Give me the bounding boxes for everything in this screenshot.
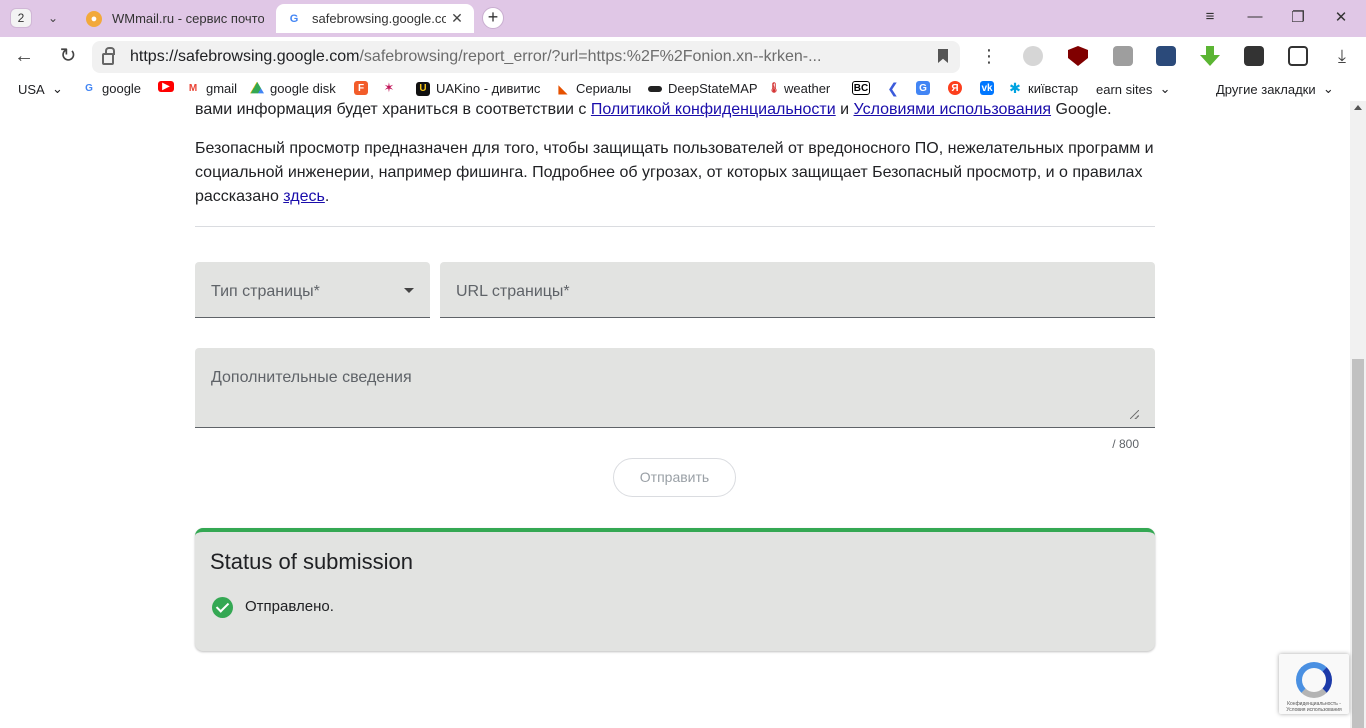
yandex-icon: Я xyxy=(948,81,962,95)
reload-icon[interactable]: ↻ xyxy=(56,45,80,69)
lock-icon[interactable] xyxy=(102,47,115,65)
more-options-icon[interactable]: ⋮ xyxy=(980,46,998,67)
bookmark-weather[interactable]: 🌡 weather xyxy=(767,81,831,96)
check-circle-icon xyxy=(212,596,233,618)
bc-icon: BC xyxy=(852,81,870,95)
bookmark-uakino[interactable]: U UAKino - дивитис xyxy=(416,81,540,96)
submit-button[interactable]: Отправить xyxy=(613,458,736,497)
bookmark-google[interactable]: Ggoogle xyxy=(82,81,141,96)
url-host: https://safebrowsing.google.com xyxy=(130,48,360,65)
browser-toolbar: ← ↻ https://safebrowsing.google.com/safe… xyxy=(0,37,1366,77)
bookmark-folder-other[interactable]: Другие закладки ⌄ xyxy=(1216,81,1334,97)
bookmark-yandex[interactable]: Я xyxy=(948,81,968,95)
google-favicon-icon: G xyxy=(289,12,299,25)
briefcase-extension-icon[interactable] xyxy=(1113,46,1133,66)
translate-icon: G xyxy=(916,81,930,95)
status-title: Status of submission xyxy=(210,549,413,574)
f-icon: F xyxy=(354,81,368,95)
browser-menu-icon[interactable]: ≡ xyxy=(1195,8,1225,25)
deepstate-icon xyxy=(648,85,662,92)
details-label: Дополнительные сведения xyxy=(211,369,412,386)
submission-status-card: Status of submission Отправлено. xyxy=(195,528,1155,651)
safebrowsing-description: Безопасный просмотр предназначен для тог… xyxy=(195,140,1154,205)
bookmark-google-disk[interactable]: google disk xyxy=(250,81,336,96)
dropdown-arrow-icon xyxy=(404,288,414,293)
extensions-puzzle-icon[interactable] xyxy=(1288,46,1308,66)
wmmail-favicon-icon: ● xyxy=(86,10,102,27)
learn-more-link[interactable]: здесь xyxy=(283,188,325,205)
bookmark-gmail[interactable]: Mgmail xyxy=(186,81,237,96)
chevron-down-icon: ⌄ xyxy=(1322,81,1334,96)
download-extension-icon[interactable] xyxy=(1200,46,1220,66)
section-divider xyxy=(195,226,1155,227)
tab-title: WMmail.ru - сервис почтовых рассылок xyxy=(112,11,264,26)
bookmark-star[interactable]: ✶ xyxy=(382,80,402,95)
page-url-label: URL страницы* xyxy=(456,283,570,300)
ublock-extension-icon[interactable] xyxy=(1068,46,1088,66)
page-url-input[interactable]: URL страницы* xyxy=(440,262,1155,318)
downloads-icon[interactable]: ⤓ xyxy=(1330,45,1354,69)
scroll-thumb[interactable] xyxy=(1352,359,1364,728)
save-extension-icon[interactable] xyxy=(1156,46,1176,66)
chevron-icon: ❮ xyxy=(887,79,899,96)
tab-strip: 2 ⌄ ● WMmail.ru - сервис почтовых рассыл… xyxy=(0,0,1366,37)
tab-title: safebrowsing.google.com xyxy=(312,11,446,26)
chevron-down-icon: ⌄ xyxy=(1159,81,1171,96)
tab-safebrowsing[interactable]: G safebrowsing.google.com ✕ xyxy=(276,4,474,33)
google-icon: G xyxy=(85,83,93,94)
new-tab-plus-icon[interactable]: + xyxy=(482,7,504,29)
tab-list-chevron-icon[interactable]: ⌄ xyxy=(38,8,68,28)
bookmark-kyivstar[interactable]: ✱ київстар xyxy=(1008,80,1078,96)
details-textarea[interactable]: Дополнительные сведения xyxy=(195,348,1155,428)
recaptcha-badge[interactable]: Конфиденциальность - Условия использован… xyxy=(1279,654,1349,714)
status-row: Отправлено. xyxy=(212,595,334,619)
vk-icon: vk xyxy=(980,81,994,95)
chevron-down-icon: ⌄ xyxy=(51,81,63,96)
gmail-icon: M xyxy=(188,83,198,94)
page-type-select[interactable]: Тип страницы* xyxy=(195,262,430,318)
privacy-policy-link[interactable]: Политикой конфиденциальности xyxy=(591,101,836,118)
bookmark-bc[interactable]: BC xyxy=(852,81,876,95)
bookmark-deepstatemap[interactable]: DeepStateMAP xyxy=(648,81,758,96)
thermometer-icon: 🌡 xyxy=(767,83,781,94)
bookmark-chevron[interactable]: ❮ xyxy=(886,79,906,96)
bookmark-vk[interactable]: vk xyxy=(980,81,1000,95)
terminal-extension-icon[interactable] xyxy=(1244,46,1264,66)
tab-count-button[interactable]: 2 xyxy=(10,8,32,28)
bookmark-serialy[interactable]: ◣ Сериалы xyxy=(556,81,631,96)
url-path: /safebrowsing/report_error/?url=https:%2… xyxy=(359,48,822,65)
recaptcha-logo-icon xyxy=(1296,662,1332,698)
scroll-up-arrow-icon[interactable] xyxy=(1354,105,1362,110)
page-scrollbar[interactable] xyxy=(1350,101,1366,728)
character-counter: / 800 xyxy=(1112,437,1139,451)
back-arrow-icon[interactable]: ← xyxy=(12,45,36,69)
fox-icon: ◣ xyxy=(558,81,568,96)
tab-wmmail[interactable]: ● WMmail.ru - сервис почтовых рассылок xyxy=(76,4,274,33)
close-window-icon[interactable]: ✕ xyxy=(1326,8,1356,26)
restore-icon[interactable]: ❐ xyxy=(1283,8,1313,26)
bookmark-f[interactable]: F xyxy=(354,81,374,95)
star-icon: ✶ xyxy=(383,80,395,95)
bookmark-translate[interactable]: G xyxy=(916,81,936,95)
close-tab-icon[interactable]: ✕ xyxy=(450,10,464,27)
recaptcha-terms[interactable]: Конфиденциальность - Условия использован… xyxy=(1282,701,1346,713)
status-message: Отправлено. xyxy=(245,598,334,615)
uakino-icon: U xyxy=(416,81,430,96)
bookmark-youtube[interactable]: ▶ xyxy=(158,81,180,92)
globe-extension-icon[interactable] xyxy=(1023,46,1043,66)
kyivstar-icon: ✱ xyxy=(1009,80,1021,96)
page-type-label: Тип страницы* xyxy=(211,283,320,300)
youtube-icon: ▶ xyxy=(158,81,174,92)
resize-handle-icon[interactable] xyxy=(1130,410,1139,419)
drive-icon xyxy=(250,81,264,94)
bookmark-folder-earn-sites[interactable]: earn sites ⌄ xyxy=(1096,81,1171,97)
address-bar[interactable]: https://safebrowsing.google.com/safebrow… xyxy=(92,41,960,73)
bookmark-icon[interactable] xyxy=(938,49,948,63)
minimize-icon[interactable]: — xyxy=(1240,8,1270,25)
privacy-notice: вами информация будет храниться в соотве… xyxy=(195,101,1112,118)
bookmark-folder-usa[interactable]: USA ⌄ xyxy=(18,81,63,97)
terms-link[interactable]: Условиями использования xyxy=(854,101,1052,118)
